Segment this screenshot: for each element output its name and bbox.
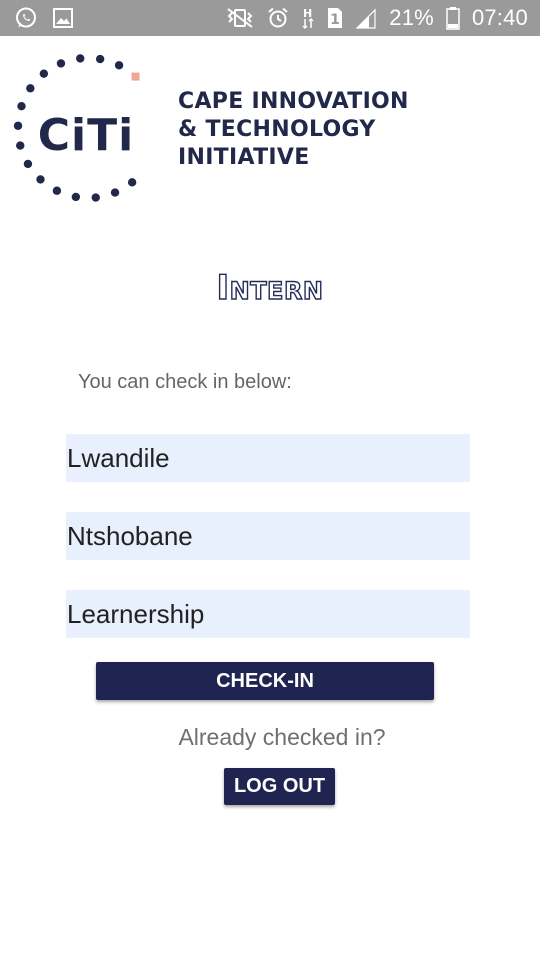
battery-icon [446, 6, 460, 30]
logo-dot [13, 121, 23, 130]
logo-dot [17, 101, 26, 111]
logo-dot [95, 54, 105, 64]
system-icons: H 1 21% 07:40 [225, 0, 528, 36]
logo-accent-square [131, 72, 140, 81]
logo-dot [127, 178, 137, 187]
logo-line-1: CAPE INNOVATION [178, 89, 409, 114]
sim-slot: 1 [330, 12, 340, 28]
logo-dot [76, 54, 85, 63]
logo-dot [52, 186, 62, 195]
instruction-text: You can check in below: [78, 371, 292, 393]
logo-wordmark: CAPE INNOVATION & TECHNOLOGY INITIATIVE [178, 88, 409, 172]
battery-percent: 21% [389, 5, 434, 30]
logo-mark-text: CiTi [38, 110, 134, 161]
logo-dot [23, 159, 33, 169]
logo-line-2: & TECHNOLOGY [178, 117, 376, 142]
first-name-field[interactable] [66, 434, 470, 482]
status-bar: H 1 21% 07:40 [0, 0, 540, 36]
logo-dot [36, 175, 45, 184]
logo-dot [71, 192, 81, 202]
log-out-button[interactable]: LOG OUT [224, 768, 335, 805]
check-in-button[interactable]: CHECK-IN [96, 662, 434, 700]
logo-dot [114, 61, 124, 70]
logo-dot [110, 188, 120, 197]
signal-icon [355, 7, 377, 29]
program-field[interactable] [66, 590, 470, 638]
clock: 07:40 [471, 5, 528, 30]
whatsapp-icon [14, 6, 38, 30]
logo-dot [39, 69, 49, 78]
logo-dot [26, 84, 35, 93]
citi-logo-mark: CiTi [13, 54, 140, 202]
last-name-field[interactable] [66, 512, 470, 560]
alarm-icon [267, 7, 289, 29]
network-type: H [303, 7, 312, 20]
data-h-icon: H [301, 6, 315, 30]
logo-line-3: INITIATIVE [178, 145, 310, 170]
page-title: Intern [216, 267, 324, 308]
vibrate-icon [225, 7, 255, 29]
logo-dot [16, 141, 25, 150]
sim-1-icon: 1 [327, 7, 343, 29]
logo-dot [91, 193, 100, 202]
notification-icons [14, 6, 74, 30]
gallery-icon [52, 7, 74, 29]
logo-dot [56, 59, 66, 68]
already-checked-in-text: Already checked in? [178, 724, 386, 750]
citi-logo: CiTi CAPE INNOVATION & TECHNOLOGY INITIA… [0, 40, 540, 210]
